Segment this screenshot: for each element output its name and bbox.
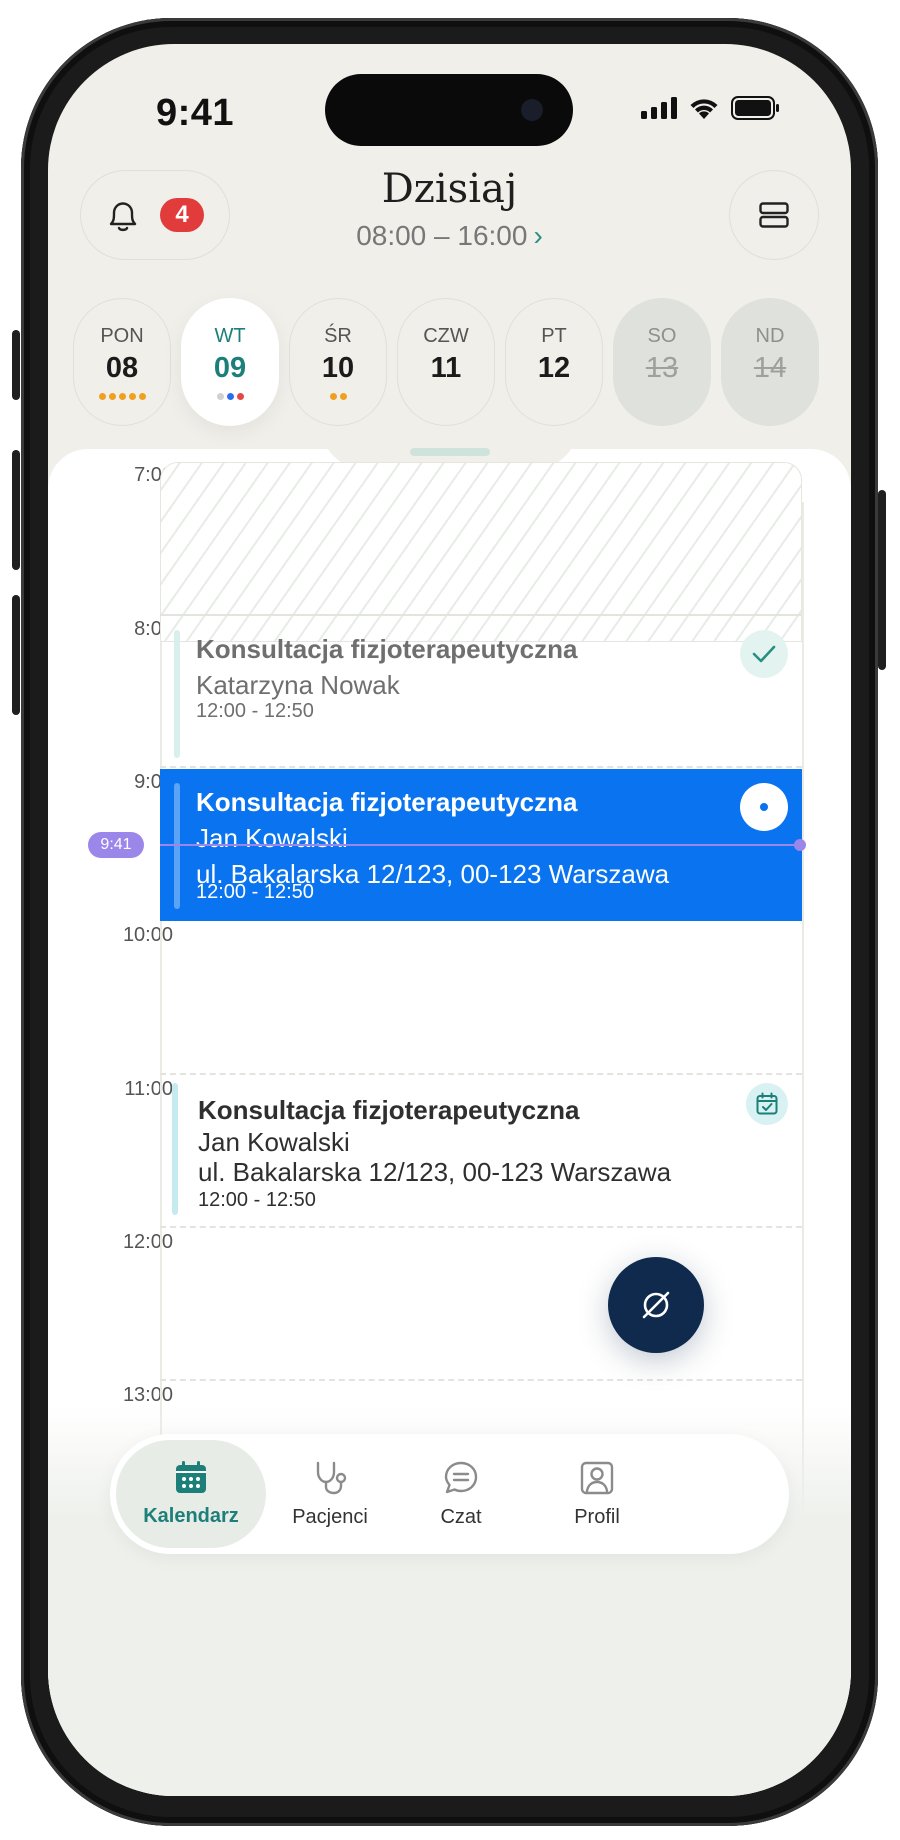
- stethoscope-icon: [316, 1461, 347, 1494]
- nav-label: Profil: [574, 1505, 620, 1528]
- nav-item-patients[interactable]: Pacjenci: [255, 1440, 405, 1548]
- current-time-badge: 9:41: [88, 832, 144, 858]
- day-name: CZW: [423, 325, 469, 347]
- signal-icon: [641, 97, 677, 119]
- day-date: 10: [321, 352, 355, 384]
- day-saturday: SO 13: [613, 298, 711, 426]
- status-indicator: [740, 630, 788, 678]
- calendar-check-icon: [756, 1092, 778, 1115]
- day-sunday: ND 14: [721, 298, 819, 426]
- event-dots: [329, 393, 347, 401]
- day-tuesday[interactable]: WT 09: [181, 298, 279, 426]
- appointment-card[interactable]: Konsultacja fizjoterapeutyczna Katarzyna…: [160, 616, 802, 766]
- appointment-patient: Jan Kowalski: [196, 823, 348, 853]
- day-date: 12: [537, 352, 571, 384]
- nav-item-profile[interactable]: Profil: [522, 1440, 672, 1548]
- appointment-patient: Jan Kowalski: [198, 1127, 350, 1157]
- volume-up-button: [12, 450, 20, 570]
- day-friday[interactable]: PT 12: [505, 298, 603, 426]
- hour-divider: [160, 1379, 802, 1381]
- event-accent-bar: [174, 630, 180, 758]
- current-time-dot: [794, 839, 806, 851]
- appointment-patient: Katarzyna Nowak: [196, 670, 400, 700]
- wifi-icon: [690, 99, 718, 119]
- day-name: ND: [755, 325, 785, 347]
- hour-label: 12:00: [122, 1231, 173, 1253]
- appointment-time: 12:00 - 12:50: [196, 881, 314, 903]
- day-thursday[interactable]: CZW 11: [397, 298, 495, 426]
- status-indicator: [746, 1083, 788, 1125]
- nav-item-chat[interactable]: Czat: [386, 1440, 536, 1548]
- status-indicator: [740, 783, 788, 831]
- profile-icon: [580, 1461, 614, 1494]
- chevron-right-icon: ›: [533, 220, 543, 251]
- appointment-time: 12:00 - 12:50: [198, 1189, 316, 1211]
- day-date: 09: [213, 352, 247, 384]
- in-progress-icon: [760, 803, 768, 811]
- dynamic-island: [325, 74, 573, 146]
- hour-label: 11:00: [124, 1078, 173, 1100]
- phone-screen: 9:41 4 Dzisiaj 08:00 – 16:00 › PON 08 WT…: [48, 44, 851, 1796]
- power-button: [878, 490, 886, 670]
- appointment-title: Konsultacja fizjoterapeutyczna: [196, 634, 578, 664]
- day-name: SO: [647, 325, 677, 347]
- view-toggle-button[interactable]: [729, 170, 819, 260]
- nav-item-calendar[interactable]: Kalendarz: [116, 1440, 266, 1548]
- drag-handle[interactable]: [410, 448, 490, 456]
- day-name: WT: [214, 325, 246, 347]
- volume-down-button: [12, 595, 20, 715]
- appointment-time: 12:00 - 12:50: [196, 700, 314, 722]
- camera-icon: [521, 99, 543, 121]
- working-hours-label: 08:00 – 16:00: [356, 220, 528, 251]
- appointment-title: Konsultacja fizjoterapeutyczna: [196, 787, 578, 817]
- day-date: 13: [645, 352, 679, 384]
- day-date: 14: [753, 352, 787, 384]
- nav-label: Kalendarz: [143, 1504, 239, 1527]
- week-day-selector: PON 08 WT 09 ŚR 10 CZW 11 PT 12 SO 13 ND…: [73, 298, 819, 426]
- day-name: PON: [100, 325, 144, 347]
- check-icon: [752, 645, 776, 663]
- nav-label: Pacjenci: [292, 1505, 368, 1528]
- empty-slot-button[interactable]: [608, 1257, 704, 1353]
- day-name: PT: [541, 325, 567, 347]
- battery-icon: [731, 96, 779, 120]
- event-accent-bar: [174, 783, 180, 909]
- day-date: 11: [430, 352, 462, 384]
- hour-label: 9:00: [134, 771, 173, 793]
- hour-divider: [160, 1226, 802, 1228]
- appointment-address: ul. Bakalarska 12/123, 00-123 Warszawa: [198, 1157, 672, 1187]
- day-date: 08: [105, 352, 139, 384]
- chat-icon: [444, 1461, 478, 1493]
- calendar-icon: [176, 1460, 206, 1493]
- hour-divider: [160, 766, 802, 768]
- hour-label: 10:00: [122, 924, 173, 946]
- rows-layout-icon: [759, 202, 789, 228]
- hour-label: 8:00: [134, 618, 173, 640]
- appointment-card[interactable]: Konsultacja fizjoterapeutyczna Jan Kowal…: [160, 1075, 802, 1225]
- event-accent-bar: [172, 1083, 178, 1215]
- day-wednesday[interactable]: ŚR 10: [289, 298, 387, 426]
- status-icons: [641, 96, 779, 120]
- current-time-line: [160, 844, 800, 846]
- action-button: [12, 330, 20, 400]
- day-monday[interactable]: PON 08: [73, 298, 171, 426]
- hour-label: 7:00: [134, 464, 173, 486]
- bottom-navigation: Kalendarz Pacjenci Czat Profil: [110, 1434, 789, 1554]
- empty-set-icon: [642, 1291, 670, 1319]
- event-dots: [216, 393, 244, 401]
- event-dots: [98, 393, 146, 401]
- nav-label: Czat: [440, 1505, 482, 1528]
- status-time: 9:41: [156, 92, 235, 134]
- day-name: ŚR: [324, 325, 352, 347]
- appointment-title: Konsultacja fizjoterapeutyczna: [198, 1095, 580, 1125]
